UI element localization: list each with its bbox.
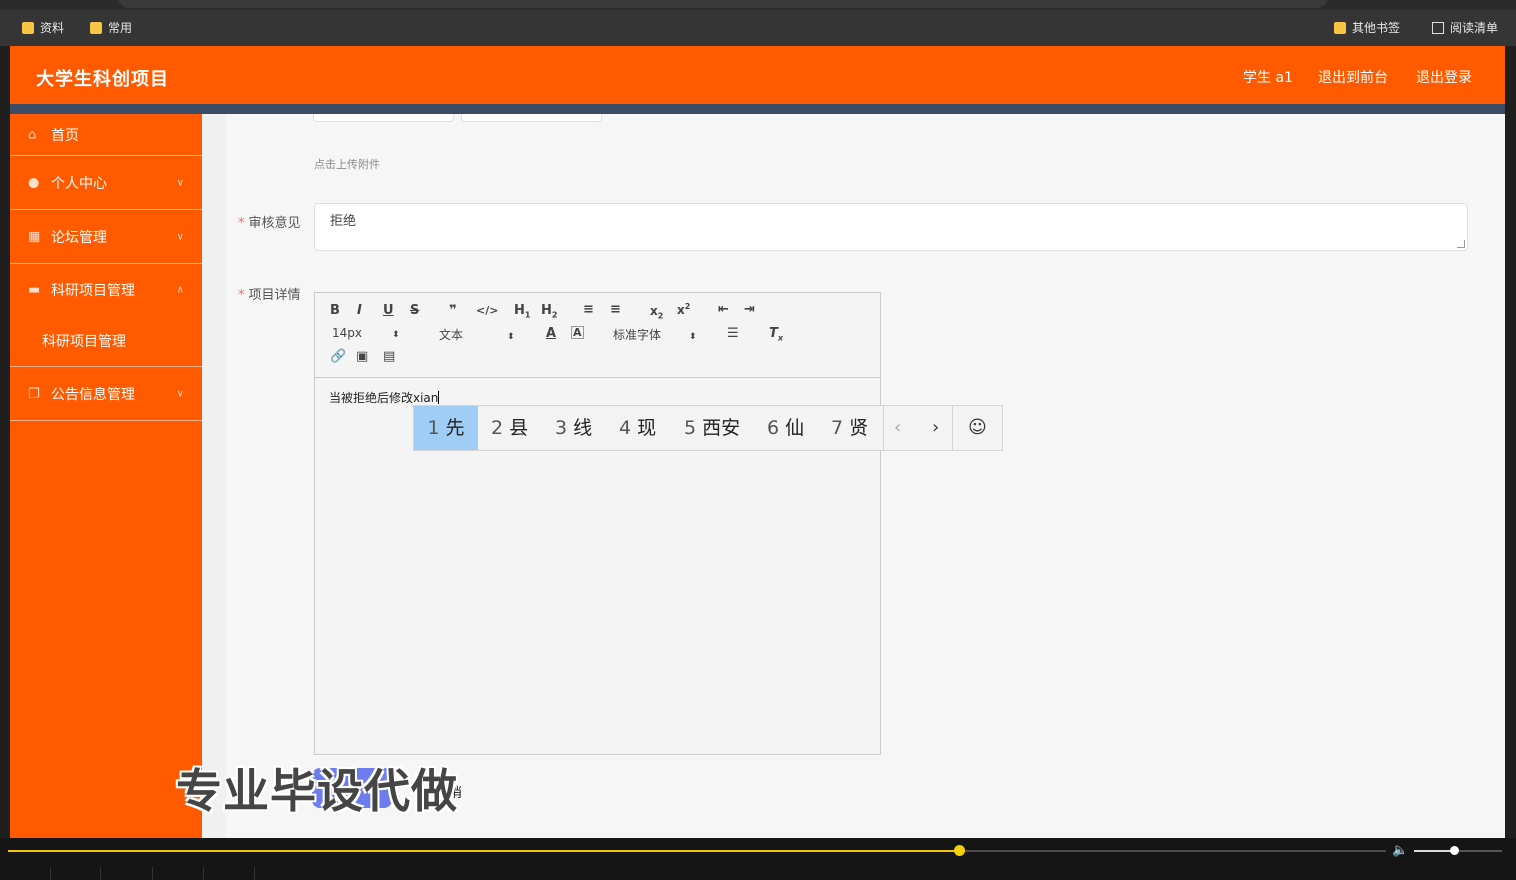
control-divider (100, 867, 101, 880)
reading-list-icon (1432, 21, 1444, 34)
resize-handle[interactable] (1457, 240, 1465, 248)
control-divider (152, 867, 153, 880)
exit-to-front-link[interactable]: 退出到前台 (1318, 67, 1388, 87)
subscript-icon[interactable]: x2 (650, 304, 663, 320)
detail-label: * 项目详情 (238, 288, 301, 303)
italic-icon[interactable]: I (357, 303, 362, 318)
control-divider (254, 867, 255, 880)
progress-track[interactable] (8, 845, 1386, 856)
header-divider (10, 104, 1505, 114)
folder-icon (1334, 21, 1346, 34)
sidebar: ⌂ 首页 ● 个人中心 ∨ ▦ 论坛管理 ∨ ▬ 科研项目管理 ∧ 科研项目管理… (10, 114, 202, 838)
sidebar-item-notices[interactable]: ❐ 公告信息管理 ∨ (10, 367, 202, 421)
link-icon[interactable]: 🔗 (330, 349, 346, 364)
review-label: * 审核意见 (238, 216, 301, 231)
video-player-bar: 🔈 (0, 838, 1516, 880)
app-title: 大学生科创项目 (36, 69, 169, 90)
upload-hint: 点击上传附件 (314, 158, 380, 171)
user-icon: ● (28, 175, 40, 190)
editor-toolbar: B I U S ❞ </> H1 H2 ≡ ≡ x2 x2 ⇤ ⇥ 14px ⬍ … (315, 293, 880, 378)
ime-candidate[interactable]: 5 西安 (684, 406, 740, 450)
home-icon: ⌂ (28, 127, 37, 142)
bookmark-changyong[interactable]: 常用 (90, 19, 132, 36)
folder-icon (90, 21, 102, 34)
form-card: 点击上传附件 * 审核意见 拒绝 * 项目详情 B I U S ❞ </> H1 H… (226, 114, 1505, 838)
format-select[interactable]: 文本 ⬍ (439, 326, 515, 343)
upload-button-stub[interactable] (461, 114, 602, 122)
ime-candidate[interactable]: 4现 (619, 406, 656, 450)
ime-candidate[interactable]: 2县 (491, 406, 528, 450)
review-textarea[interactable]: 拒绝 (314, 203, 1468, 251)
ime-candidate[interactable]: 3线 (555, 406, 592, 450)
sidebar-item-forum[interactable]: ▦ 论坛管理 ∨ (10, 210, 202, 264)
font-family-select[interactable]: 标准字体 ⬍ (613, 326, 697, 343)
bookmarks-bar: 资料 常用 其他书签 阅读清单 (0, 10, 1516, 46)
progress-handle[interactable] (953, 845, 965, 856)
reading-list[interactable]: 阅读清单 (1432, 19, 1498, 36)
emoji-icon[interactable]: ☺ (968, 406, 987, 450)
bold-icon[interactable]: B (330, 303, 340, 318)
rich-text-editor[interactable]: B I U S ❞ </> H1 H2 ≡ ≡ x2 x2 ⇤ ⇥ 14px ⬍ … (314, 292, 881, 755)
image-icon[interactable]: ▣ (356, 349, 368, 364)
control-divider (203, 867, 204, 880)
address-bar[interactable] (118, 0, 1328, 8)
watermark-text: 专业毕设代做 (176, 764, 458, 818)
ime-candidate[interactable]: 7贤 (831, 406, 868, 450)
chevron-up-icon: ∧ (176, 284, 184, 295)
font-size-select[interactable]: 14px ⬍ (332, 326, 400, 340)
main-content: 点击上传附件 * 审核意见 拒绝 * 项目详情 B I U S ❞ </> H1 H… (202, 114, 1505, 838)
quote-icon[interactable]: ❞ (449, 303, 457, 318)
editor-content[interactable]: 当被拒绝后修改xian (329, 389, 440, 406)
background-color-icon[interactable]: A (571, 326, 584, 339)
sidebar-item-personal[interactable]: ● 个人中心 ∨ (10, 156, 202, 210)
ime-candidate[interactable]: 1先 (414, 406, 478, 450)
strike-icon[interactable]: S (410, 303, 419, 318)
chevron-down-icon: ∨ (176, 231, 184, 242)
ime-candidate-bar: 1先 2县 3线 4现 5 西安 6仙 7贤 ‹ › ☺ (413, 405, 1003, 451)
flag-icon: ▬ (28, 282, 41, 297)
chevron-left-icon[interactable]: ‹ (894, 406, 901, 450)
ordered-list-icon[interactable]: ≡ (583, 302, 594, 317)
bookmark-other[interactable]: 其他书签 (1334, 19, 1400, 36)
header2-icon[interactable]: H2 (541, 303, 557, 320)
control-divider (50, 867, 51, 880)
volume-fill (1414, 850, 1454, 852)
current-user[interactable]: 学生 a1 (1243, 67, 1293, 87)
upload-button-stub[interactable] (313, 114, 454, 122)
logout-link[interactable]: 退出登录 (1416, 67, 1472, 87)
code-icon[interactable]: </> (476, 304, 498, 317)
folder-icon (22, 21, 34, 34)
superscript-icon[interactable]: x2 (677, 302, 690, 317)
volume-track[interactable] (1414, 846, 1502, 855)
ime-divider (883, 406, 884, 450)
align-icon[interactable]: ☰ (727, 326, 739, 341)
underline-icon[interactable]: U (383, 303, 394, 318)
app-header: 大学生科创项目 学生 a1 退出到前台 退出登录 (10, 46, 1505, 104)
ime-divider (952, 406, 953, 450)
progress-fill (8, 850, 959, 852)
volume-handle[interactable] (1449, 846, 1459, 855)
bullet-list-icon[interactable]: ≡ (610, 302, 621, 317)
chevron-down-icon: ∨ (176, 388, 184, 399)
indent-icon[interactable]: ⇥ (744, 302, 755, 317)
clear-format-icon[interactable]: Tx (769, 326, 783, 343)
video-icon[interactable]: ▤ (383, 349, 395, 364)
volume-icon[interactable]: 🔈 (1392, 843, 1408, 858)
chevron-down-icon: ∨ (176, 177, 184, 188)
bookmark-ziliao[interactable]: 资料 (22, 19, 64, 36)
browser-url-strip (0, 0, 1516, 10)
sidebar-subitem-projects[interactable]: 科研项目管理 (10, 316, 202, 367)
font-color-icon[interactable]: A (546, 326, 556, 341)
sidebar-item-projects[interactable]: ▬ 科研项目管理 ∧ (10, 264, 202, 315)
sidebar-item-home[interactable]: ⌂ 首页 (10, 114, 202, 156)
outdent-icon[interactable]: ⇤ (718, 302, 729, 317)
text-cursor (438, 391, 440, 404)
copy-icon: ❐ (28, 386, 40, 401)
header1-icon[interactable]: H1 (514, 303, 530, 320)
ime-candidate[interactable]: 6仙 (767, 406, 804, 450)
grid-icon: ▦ (28, 229, 41, 244)
chevron-right-icon[interactable]: › (932, 406, 939, 450)
